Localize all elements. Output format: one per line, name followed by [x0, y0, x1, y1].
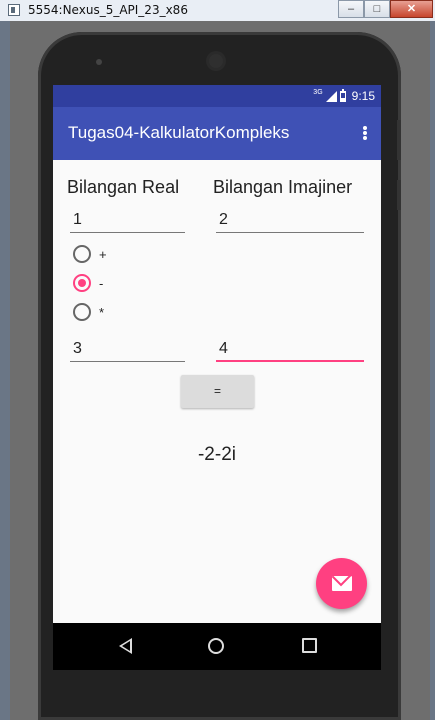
app-title: Tugas04-KalkulatorKompleks [68, 123, 290, 142]
operator-multiply-radio[interactable]: * [73, 303, 104, 321]
emulator-title: 5554:Nexus_5_API_23_x86 [28, 3, 188, 17]
more-vert-icon[interactable] [357, 125, 373, 141]
battery-icon [339, 88, 346, 102]
device-screen: 3G 9:15 Tugas04-KalkulatorKompleks Bilan… [53, 85, 381, 670]
volume-button[interactable] [397, 120, 401, 160]
operator-plus-radio[interactable]: + [73, 245, 107, 263]
status-bar: 3G 9:15 [53, 85, 381, 107]
maximize-button[interactable]: □ [364, 0, 390, 18]
radio-button-checked-icon[interactable] [73, 274, 91, 292]
operator-label: - [99, 275, 104, 291]
radio-button-icon[interactable] [73, 245, 91, 263]
close-button[interactable]: ✕ [390, 0, 433, 18]
proximity-sensor [96, 59, 102, 65]
minimize-button[interactable]: – [338, 0, 364, 18]
radio-button-icon[interactable] [73, 303, 91, 321]
navigation-bar [53, 623, 381, 670]
result-text: -2-2i [197, 444, 236, 465]
operator-minus-radio[interactable]: - [73, 274, 103, 292]
second-real-input[interactable]: 3 [70, 338, 185, 362]
network-type-label: 3G [313, 88, 323, 96]
window-border-left [0, 21, 10, 720]
window-border-right [430, 21, 435, 720]
imaginary-header: Bilangan Imajiner [213, 177, 353, 197]
home-icon[interactable] [208, 638, 224, 654]
first-imaginary-input[interactable]: 2 [216, 209, 364, 233]
recent-apps-icon[interactable] [302, 638, 317, 653]
status-clock: 9:15 [351, 89, 375, 103]
second-imaginary-input[interactable]: 4 [216, 338, 364, 362]
front-camera [209, 54, 223, 68]
emulator-app-icon [8, 4, 20, 16]
real-header: Bilangan Real [67, 177, 180, 197]
equals-button[interactable]: = [181, 375, 254, 408]
operator-label: * [99, 304, 105, 320]
signal-icon [325, 90, 337, 102]
back-icon[interactable] [119, 638, 132, 654]
mail-icon [332, 576, 352, 591]
emulator-title-bar: 5554:Nexus_5_API_23_x86 – □ ✕ [0, 0, 435, 22]
window-controls: – □ ✕ [338, 0, 433, 18]
power-button[interactable] [397, 180, 401, 210]
fab-mail-button[interactable] [316, 558, 367, 609]
operator-label: + [99, 246, 107, 262]
app-bar: Tugas04-KalkulatorKompleks [53, 107, 381, 160]
first-real-input[interactable]: 1 [70, 209, 185, 233]
status-icons: 3G 9:15 [313, 88, 375, 103]
